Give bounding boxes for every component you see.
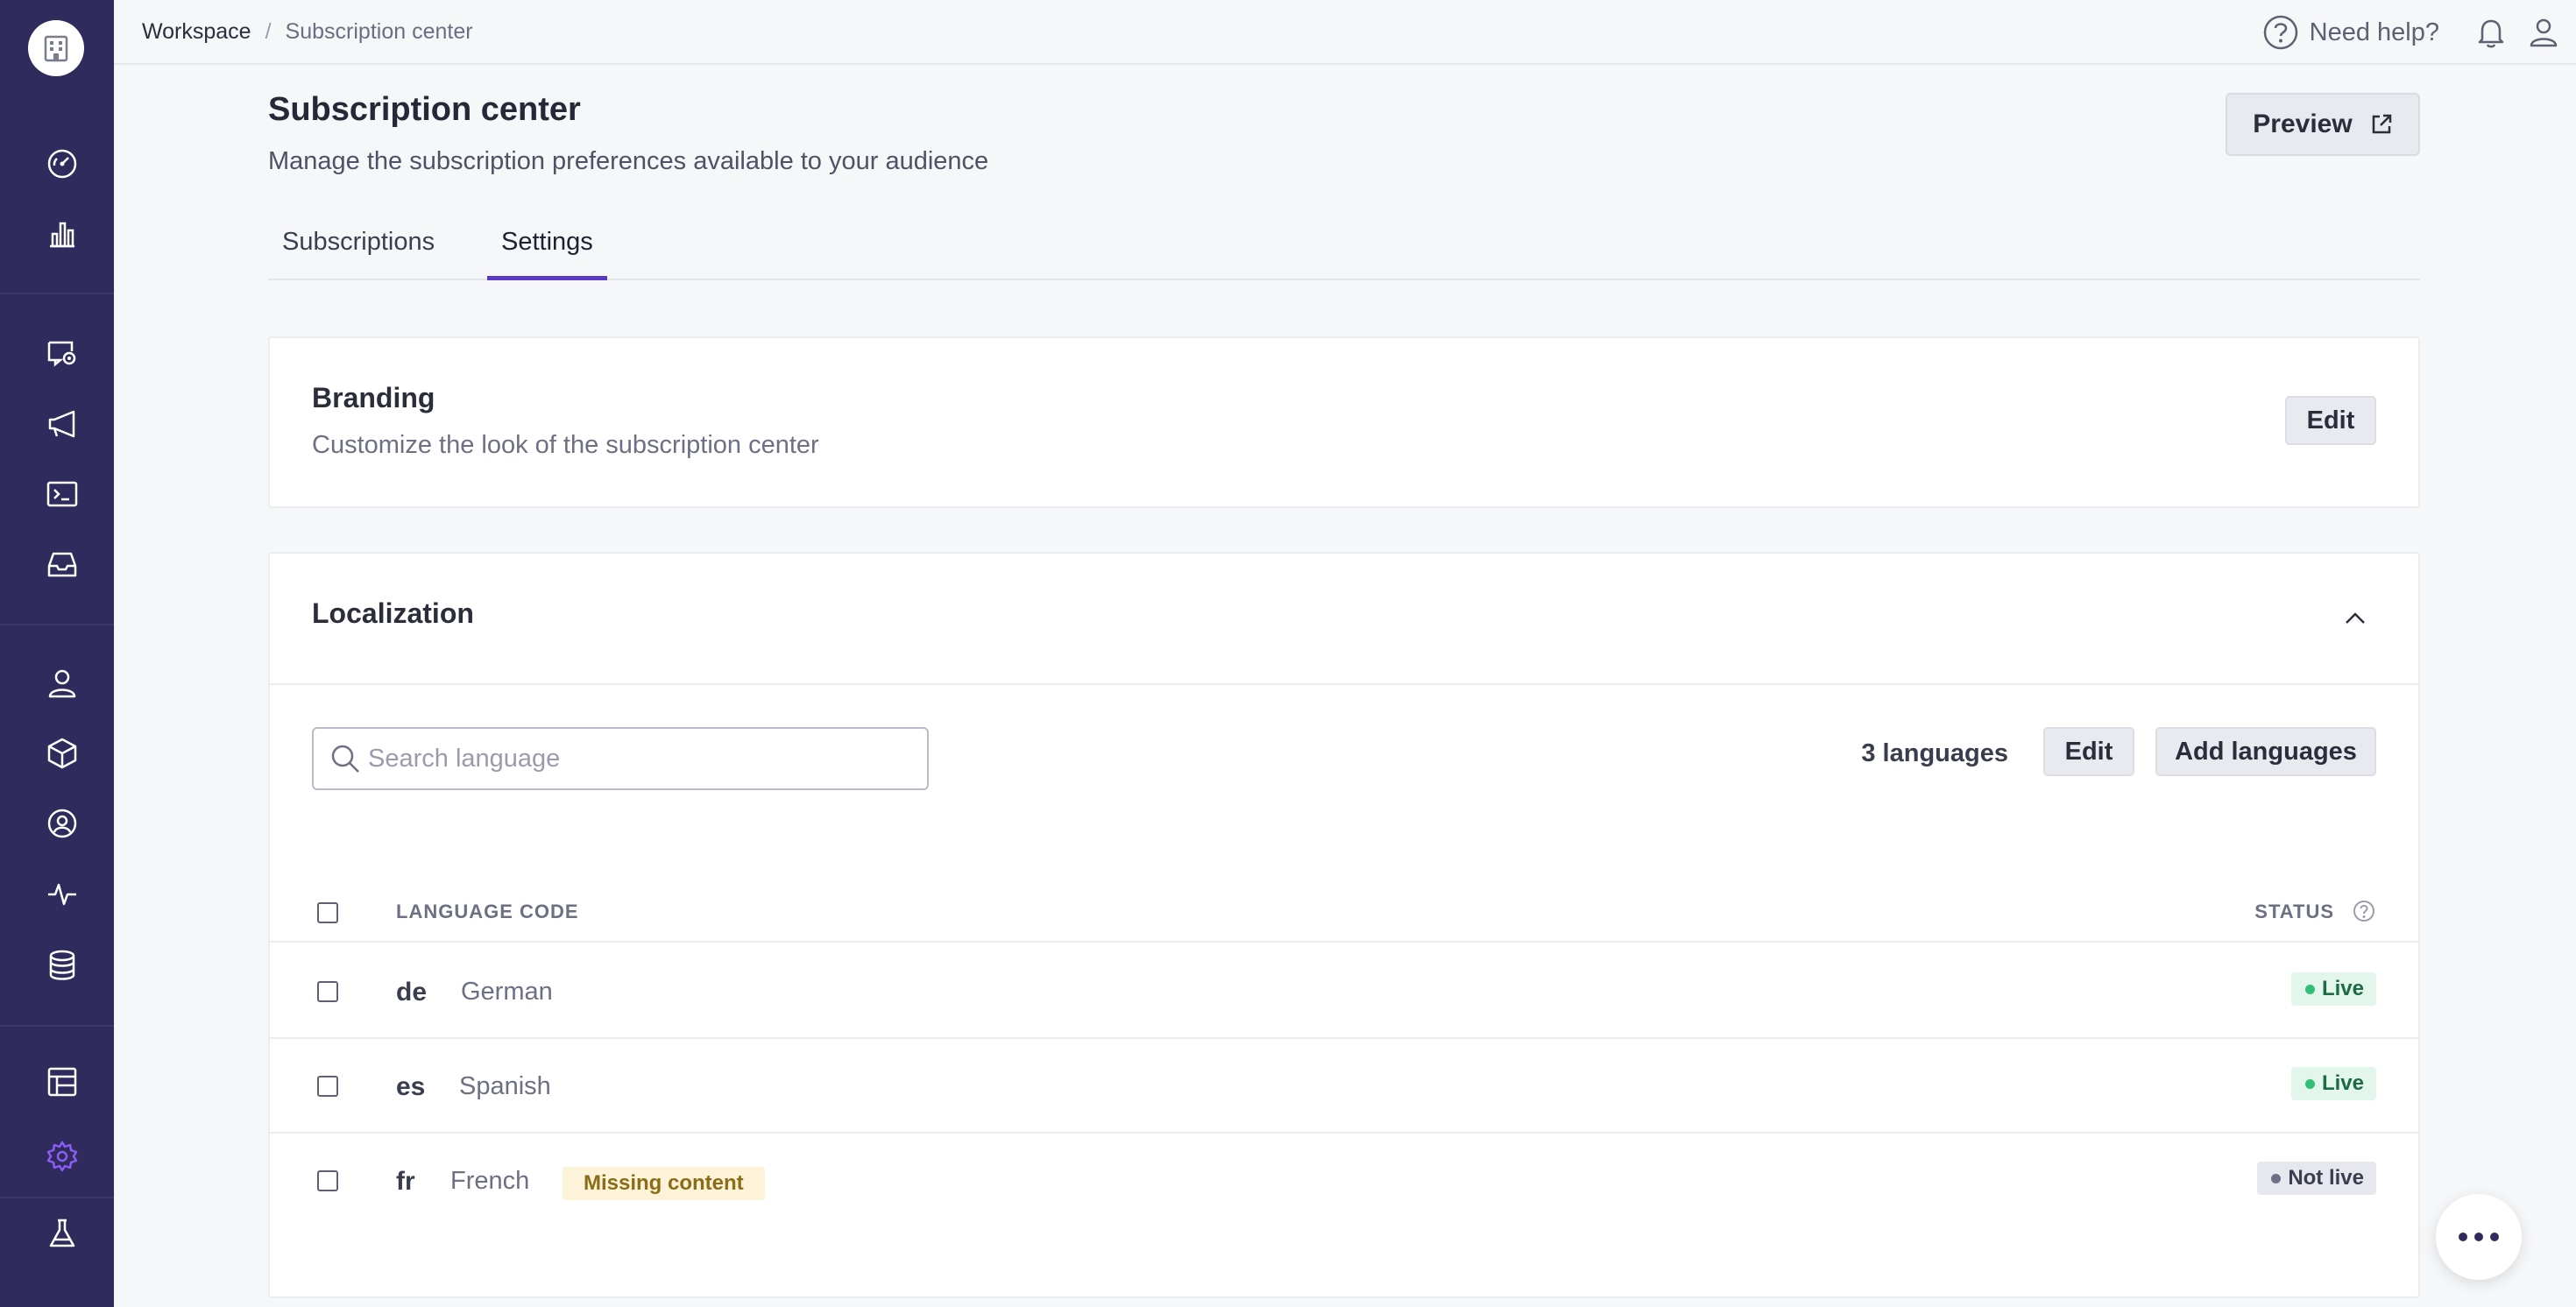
breadcrumb: Workspace / Subscription center [142, 19, 473, 45]
external-link-icon [2372, 114, 2391, 134]
dot [2474, 1233, 2483, 1241]
status-help-icon[interactable] [2352, 899, 2376, 923]
row-checkbox[interactable] [317, 1170, 338, 1191]
megaphone-icon[interactable] [39, 401, 85, 447]
branding-description: Customize the look of the subscription c… [312, 431, 819, 459]
tab-subscriptions[interactable]: Subscriptions [268, 214, 449, 280]
table-header: LANGUAGE CODE STATUS [270, 878, 2418, 943]
preview-label: Preview [2253, 110, 2353, 138]
language-name: French [450, 1167, 530, 1195]
building-icon [44, 35, 68, 62]
need-help-label: Need help? [2309, 18, 2439, 46]
search-language-input[interactable] [368, 738, 894, 780]
status-dot [2304, 984, 2315, 994]
status-badge: Live [2290, 972, 2376, 1006]
campaign-icon[interactable] [39, 330, 85, 376]
column-status: STATUS [2254, 901, 2334, 922]
breadcrumb-current: Subscription center [285, 19, 473, 44]
row-checkbox[interactable] [317, 981, 338, 1002]
layout-icon[interactable] [39, 1059, 85, 1105]
status-badge: Live [2290, 1067, 2376, 1100]
status-label: Live [2321, 977, 2364, 1000]
column-language-code: LANGUAGE CODE [396, 901, 579, 922]
add-languages-button[interactable]: Add languages [2155, 727, 2376, 776]
bell-icon[interactable] [2471, 12, 2511, 53]
language-count: 3 languages [1861, 739, 2008, 767]
database-icon[interactable] [39, 943, 85, 988]
row-checkbox[interactable] [317, 1076, 338, 1097]
language-code: de [396, 978, 428, 1007]
preview-button[interactable]: Preview [2226, 93, 2420, 156]
workspace-logo[interactable] [28, 20, 84, 76]
status-dot [2271, 1173, 2282, 1183]
bar-chart-icon[interactable] [39, 211, 85, 257]
question-circle-icon [2263, 15, 2297, 50]
status-dot [2304, 1078, 2315, 1089]
dot [2490, 1233, 2499, 1241]
sidebar-divider [0, 1025, 114, 1027]
dashboard-icon[interactable] [39, 141, 85, 187]
more-actions-button[interactable] [2436, 1194, 2522, 1280]
cube-icon[interactable] [39, 731, 85, 776]
sidebar-divider [0, 624, 114, 625]
branding-edit-button[interactable]: Edit [2285, 396, 2376, 445]
sidebar-divider [0, 1197, 114, 1198]
sidebar [0, 0, 114, 1307]
sidebar-divider [0, 293, 114, 294]
language-code: fr [396, 1167, 415, 1196]
missing-content-badge: Missing content [563, 1167, 765, 1200]
branding-card: Branding Customize the look of the subsc… [268, 336, 2420, 508]
breadcrumb-separator: / [265, 19, 272, 44]
tab-bar: Subscriptions Settings [268, 214, 2420, 280]
table-row[interactable]: de German Live [270, 944, 2418, 1039]
page-title: Subscription center [268, 91, 581, 128]
branding-title: Branding [312, 382, 435, 413]
localization-title: Localization [312, 597, 474, 629]
user-account-icon[interactable] [2523, 12, 2564, 53]
page-subtitle: Manage the subscription preferences avai… [268, 147, 989, 175]
user-circle-icon[interactable] [39, 801, 85, 846]
status-badge: Not live [2257, 1162, 2376, 1195]
terminal-icon[interactable] [39, 471, 85, 517]
language-name: Spanish [459, 1072, 551, 1100]
dot [2459, 1233, 2467, 1241]
table-row[interactable]: fr French Missing content Not live [270, 1134, 2418, 1228]
tab-settings[interactable]: Settings [487, 214, 607, 280]
table-row[interactable]: es Spanish Live [270, 1039, 2418, 1134]
breadcrumb-workspace[interactable]: Workspace [142, 19, 251, 45]
activity-icon[interactable] [39, 871, 85, 916]
localization-edit-button[interactable]: Edit [2043, 727, 2134, 776]
gear-icon[interactable] [39, 1134, 85, 1179]
select-all-checkbox[interactable] [317, 902, 338, 923]
search-language-field[interactable] [312, 727, 929, 790]
person-icon[interactable] [39, 661, 85, 706]
status-label: Not live [2288, 1166, 2364, 1190]
need-help-link[interactable]: Need help? [2262, 14, 2439, 51]
search-icon [331, 745, 359, 773]
top-right-actions: Need help? [2262, 12, 2576, 53]
status-label: Live [2321, 1071, 2364, 1095]
language-name: German [461, 978, 553, 1006]
localization-divider [270, 683, 2418, 685]
top-bar: Workspace / Subscription center Need hel… [114, 0, 2576, 65]
language-code: es [396, 1072, 426, 1101]
flask-icon[interactable] [39, 1211, 85, 1256]
localization-card: Localization 3 languages Edit Add langua… [268, 552, 2420, 1298]
inbox-icon[interactable] [39, 541, 85, 587]
chevron-up-icon[interactable] [2339, 603, 2371, 634]
